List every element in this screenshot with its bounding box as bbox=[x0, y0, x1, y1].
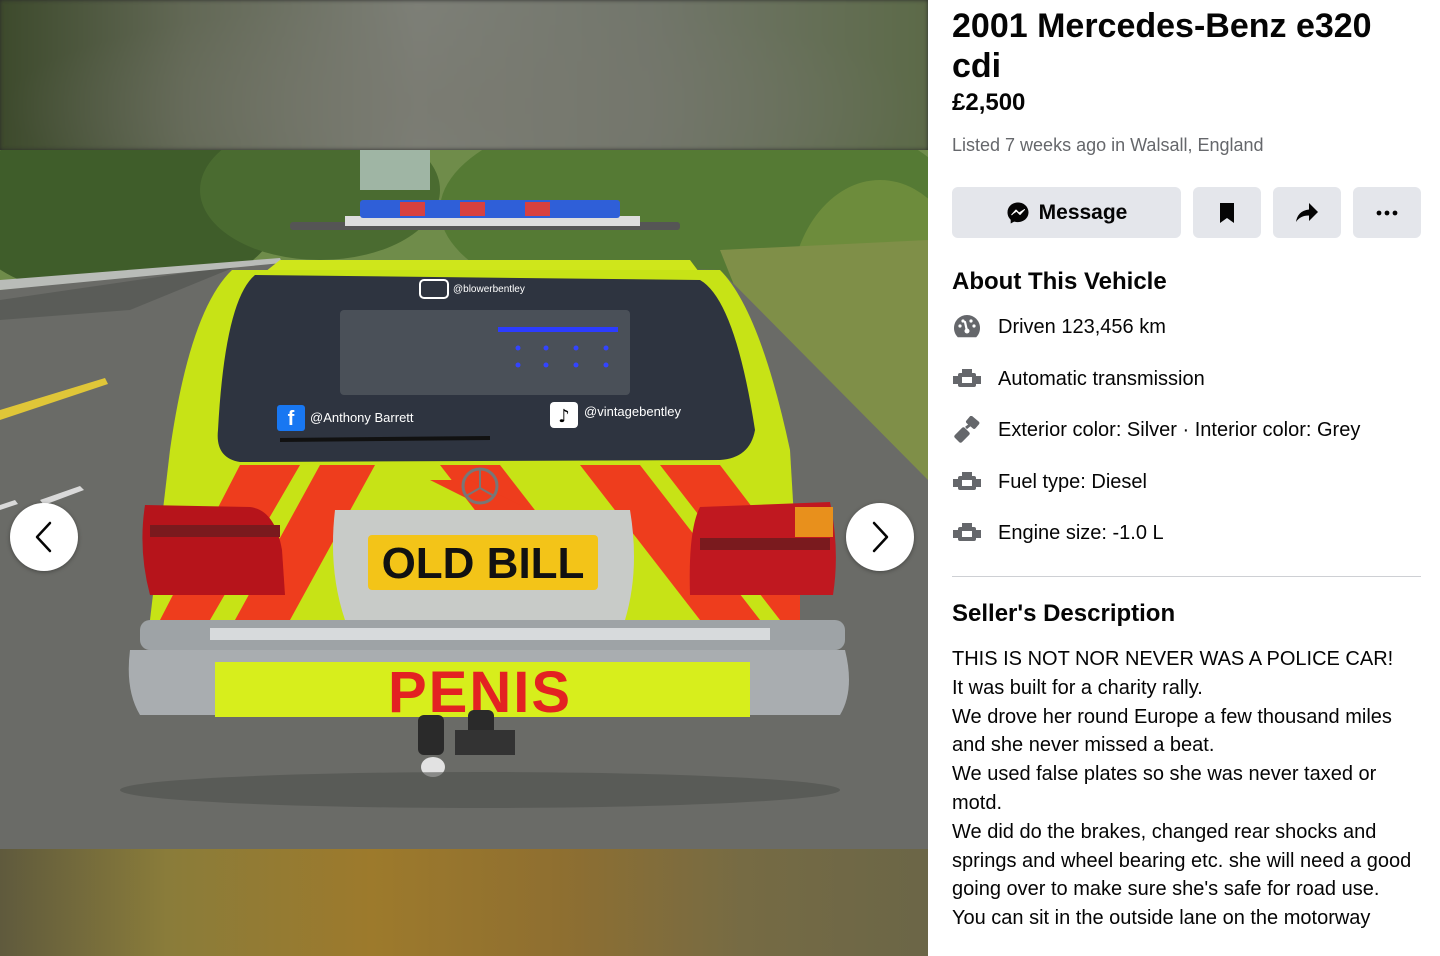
tiktok-handle: @vintagebentley bbox=[584, 404, 682, 419]
engine-icon bbox=[952, 467, 982, 497]
about-vehicle-heading: About This Vehicle bbox=[952, 268, 1167, 295]
seller-description-heading: Seller's Description bbox=[952, 600, 1176, 627]
engine-icon bbox=[952, 364, 982, 394]
description-line: THIS IS NOT NOR NEVER WAS A POLICE CAR! bbox=[952, 648, 1394, 670]
message-button-label: Message bbox=[1038, 200, 1128, 224]
listing-title: 2001 Mercedes-Benz e320 cdi bbox=[952, 7, 1372, 85]
spec-fuel: Fuel type: Diesel bbox=[952, 467, 1147, 497]
more-icon bbox=[1376, 210, 1398, 215]
description-line: We did do the brakes, changed rear shock… bbox=[952, 820, 1412, 901]
listing-price: £2,500 bbox=[952, 89, 1026, 116]
spec-text: Engine size: -1.0 L bbox=[998, 521, 1164, 544]
spec-text: Exterior color: Silver · Interior color:… bbox=[998, 418, 1361, 441]
chevron-right-icon bbox=[872, 521, 889, 553]
share-button[interactable] bbox=[1273, 187, 1341, 238]
engine-icon bbox=[952, 518, 982, 548]
next-photo-button[interactable] bbox=[846, 503, 914, 571]
save-button[interactable] bbox=[1193, 187, 1261, 238]
speedometer-icon bbox=[952, 312, 982, 342]
chevron-left-icon bbox=[35, 521, 52, 553]
svg-text:f: f bbox=[288, 408, 295, 430]
message-button[interactable]: Message bbox=[952, 187, 1181, 238]
description-line: We drove her round Europe a few thousand… bbox=[952, 705, 1392, 757]
messenger-icon bbox=[1007, 202, 1029, 223]
blurred-backdrop-top bbox=[0, 0, 928, 150]
listing-photo: @blowerbentley f @Anthony Barrett ♪ @vin… bbox=[0, 150, 928, 849]
listing-details-panel: 2001 Mercedes-Benz e320 cdi £2,500 Liste… bbox=[928, 0, 1440, 956]
seller-description: THIS IS NOT NOR NEVER WAS A POLICE CAR! … bbox=[952, 645, 1427, 933]
more-options-button[interactable] bbox=[1353, 187, 1421, 238]
section-divider bbox=[952, 576, 1421, 577]
number-plate: OLD BILL bbox=[382, 539, 585, 588]
paint-icon bbox=[952, 415, 982, 445]
svg-text:♪: ♪ bbox=[558, 406, 570, 427]
spec-colors: Exterior color: Silver · Interior color:… bbox=[952, 415, 1360, 445]
previous-photo-button[interactable] bbox=[10, 503, 78, 571]
spec-text: Fuel type: Diesel bbox=[998, 470, 1147, 493]
spec-text: Automatic transmission bbox=[998, 367, 1205, 390]
bookmark-icon bbox=[1220, 202, 1234, 223]
description-line: It was built for a charity rally. bbox=[952, 676, 1203, 699]
spec-text: Driven 123,456 km bbox=[998, 315, 1166, 338]
instagram-handle: @blowerbentley bbox=[453, 284, 525, 295]
action-bar: Message bbox=[952, 187, 1422, 238]
share-icon bbox=[1296, 202, 1318, 222]
facebook-handle: @Anthony Barrett bbox=[310, 410, 414, 425]
blurred-backdrop-bottom bbox=[0, 849, 928, 956]
description-line: You can sit in the outside lane on the m… bbox=[952, 907, 1371, 930]
spec-transmission: Automatic transmission bbox=[952, 364, 1205, 394]
spec-engine-size: Engine size: -1.0 L bbox=[952, 518, 1164, 548]
listing-meta: Listed 7 weeks ago in Walsall, England bbox=[952, 135, 1264, 155]
photo-viewer: @blowerbentley f @Anthony Barrett ♪ @vin… bbox=[0, 0, 928, 956]
description-line: We used false plates so she was never ta… bbox=[952, 763, 1377, 814]
spec-mileage: Driven 123,456 km bbox=[952, 312, 1166, 342]
